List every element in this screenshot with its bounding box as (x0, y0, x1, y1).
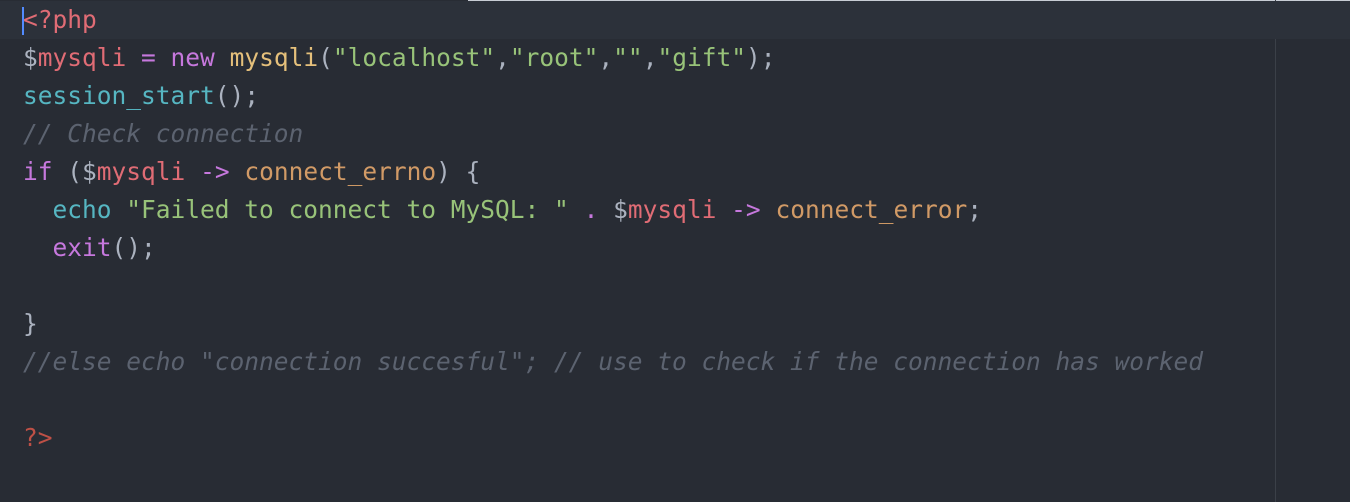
token-keyword-echo: echo (52, 195, 112, 224)
token-property: connect_errno (244, 157, 437, 186)
token-comma: , (495, 43, 510, 72)
token-brace-close: } (23, 309, 38, 338)
code-line-6[interactable]: echo "Failed to connect to MySQL: " . $m… (23, 191, 1350, 229)
token-comment: //else echo "connection succesful"; // u… (23, 347, 1204, 376)
token-comment: // Check connection (23, 119, 304, 148)
token-arrow: -> (200, 157, 230, 186)
token-variable: mysqli (627, 195, 717, 224)
code-line-5[interactable]: if ($mysqli -> connect_errno) { (23, 153, 1350, 191)
code-line-12[interactable]: ?> (23, 419, 1350, 457)
token-comma: , (642, 43, 658, 72)
token-keyword-new: new (170, 43, 215, 72)
token-concat: . (583, 195, 599, 224)
code-editor[interactable]: <?php $mysqli = new mysqli("localhost","… (0, 0, 1350, 502)
token-string-password: "" (613, 43, 643, 72)
token-string-message: "Failed to connect to MySQL: " (126, 195, 569, 224)
php-open-tag: <?php (23, 5, 97, 34)
code-line-10[interactable]: //else echo "connection succesful"; // u… (23, 343, 1350, 381)
token-punctuation: (); (111, 233, 156, 262)
token-string-host: "localhost" (332, 43, 496, 72)
token-arrow: -> (731, 195, 761, 224)
php-close-tag: ?> (23, 423, 53, 452)
code-lines[interactable]: <?php $mysqli = new mysqli("localhost","… (0, 1, 1350, 457)
token-dollar: $ (82, 157, 97, 186)
token-string-db: "gift" (657, 43, 746, 72)
code-line-2[interactable]: $mysqli = new mysqli("localhost","root",… (23, 39, 1350, 77)
token-punctuation: ; (967, 195, 982, 224)
text-cursor (22, 7, 24, 35)
token-class: mysqli (229, 43, 319, 72)
code-line-8[interactable] (23, 267, 1350, 305)
token-paren-close: ); (745, 43, 776, 72)
token-keyword-if: if (23, 157, 53, 186)
token-punctuation: (); (214, 81, 260, 110)
code-line-4[interactable]: // Check connection (23, 115, 1350, 153)
token-paren-open: ( (318, 43, 333, 72)
code-line-9[interactable]: } (23, 305, 1350, 343)
token-string-user: "root" (509, 43, 599, 72)
code-line-3[interactable]: session_start(); (23, 77, 1350, 115)
token-dollar: $ (613, 195, 628, 224)
token-paren-open: ( (52, 157, 83, 186)
token-function-exit: exit (52, 233, 112, 262)
token-assign: = (126, 43, 171, 72)
token-punctuation: ) { (436, 157, 481, 186)
token-property: connect_error (775, 195, 968, 224)
code-line-11[interactable] (23, 381, 1350, 419)
token-comma: , (598, 43, 614, 72)
code-line-1[interactable]: <?php (0, 1, 1350, 39)
token-variable: mysqli (37, 43, 127, 72)
token-variable: mysqli (96, 157, 186, 186)
token-dollar: $ (23, 43, 38, 72)
code-line-7[interactable]: exit(); (23, 229, 1350, 267)
token-function: session_start (23, 81, 215, 110)
